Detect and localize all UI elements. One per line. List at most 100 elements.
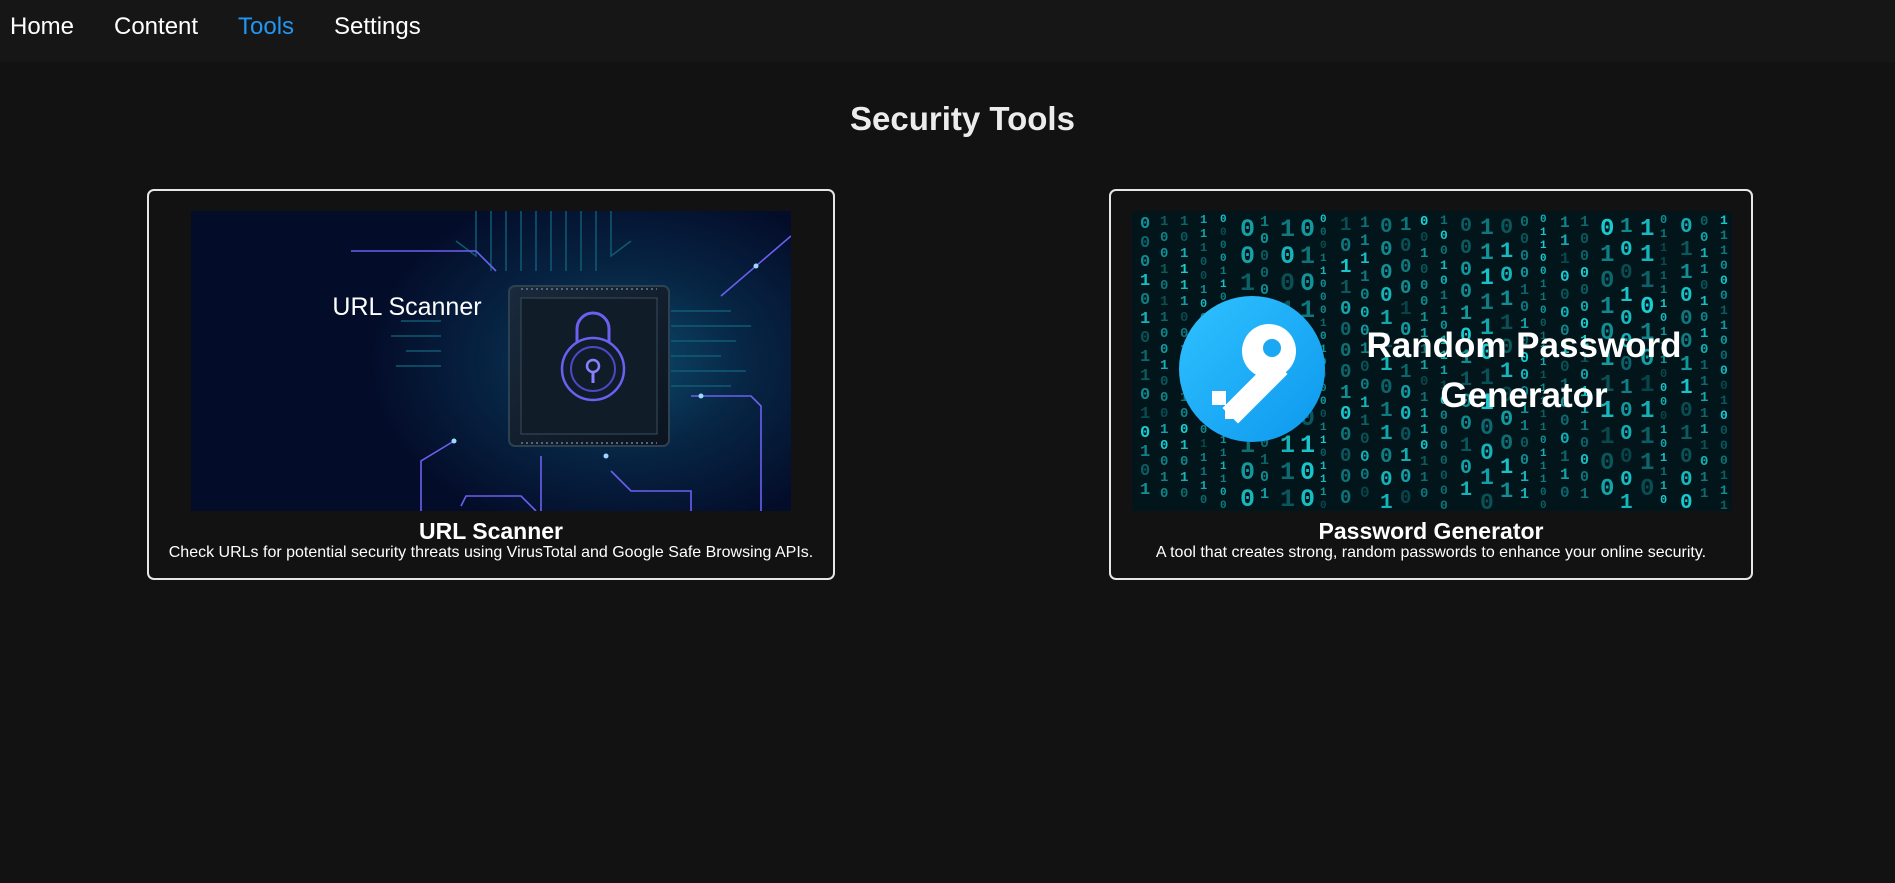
binary-digit: 0 — [1340, 298, 1351, 320]
binary-digit: 1 — [1200, 465, 1207, 479]
binary-digit: 1 — [1700, 358, 1708, 374]
binary-digit: 1 — [1420, 470, 1428, 486]
binary-digit: 1 — [1640, 372, 1654, 399]
binary-digit: 1 — [1660, 479, 1667, 493]
binary-digit: 0 — [1580, 265, 1589, 282]
binary-digit: 1 — [1480, 290, 1494, 316]
binary-digit: 1 — [1540, 474, 1547, 486]
binary-digit: 0 — [1420, 214, 1428, 230]
binary-digit: 0 — [1700, 342, 1708, 358]
binary-digit: 1 — [1200, 283, 1207, 297]
binary-digit: 0 — [1720, 378, 1728, 393]
binary-digit: 0 — [1380, 446, 1393, 469]
binary-digit: 0 — [1440, 498, 1448, 511]
binary-digit: 1 — [1620, 492, 1633, 511]
binary-digit: 0 — [1680, 446, 1693, 469]
binary-digit: 1 — [1720, 483, 1728, 498]
binary-digit: 0 — [1180, 486, 1188, 502]
binary-digit: 0 — [1140, 234, 1150, 253]
binary-digit: 0 — [1420, 438, 1428, 454]
binary-digit: 1 — [1540, 422, 1547, 434]
binary-digit: 1 — [1660, 283, 1667, 297]
binary-digit: 0 — [1640, 476, 1654, 503]
password-generator-description: A tool that creates strong, random passw… — [1155, 544, 1707, 561]
binary-digit: 1 — [1720, 498, 1728, 511]
binary-digit: 1 — [1720, 228, 1728, 243]
binary-digit: 0 — [1620, 469, 1633, 492]
binary-digit: 0 — [1580, 231, 1589, 248]
binary-digit: 1 — [1620, 377, 1633, 400]
binary-digit: 0 — [1440, 273, 1448, 288]
binary-digit: 0 — [1320, 448, 1327, 460]
binary-digit: 1 — [1180, 246, 1188, 262]
binary-digit: 1 — [1480, 240, 1494, 266]
binary-digit: 1 — [1560, 214, 1570, 232]
password-generator-card[interactable]: 0001010110101011001011001000100101011110… — [1109, 189, 1753, 580]
binary-digit: 1 — [1480, 265, 1494, 291]
binary-digit: 0 — [1160, 390, 1168, 406]
binary-digit: 0 — [1140, 253, 1150, 272]
binary-digit: 1 — [1160, 470, 1168, 486]
binary-digit: 1 — [1660, 297, 1667, 311]
binary-digit: 1 — [1680, 239, 1693, 262]
binary-digit: 1 — [1720, 393, 1728, 408]
binary-digit: 0 — [1480, 490, 1494, 511]
binary-digit: 0 — [1400, 277, 1411, 299]
binary-digit: 1 — [1420, 422, 1428, 438]
binary-digit: 1 — [1660, 227, 1667, 241]
binary-digit: 0 — [1640, 294, 1654, 321]
binary-digit: 0 — [1140, 462, 1150, 481]
binary-digit: 1 — [1340, 214, 1351, 236]
binary-digit: 1 — [1340, 277, 1351, 299]
binary-digit: 1 — [1640, 424, 1654, 451]
binary-digit: 0 — [1680, 400, 1693, 423]
binary-digit: 0 — [1220, 240, 1227, 252]
password-generator-image-text-line1: Random Password — [1366, 326, 1681, 365]
binary-digit: 1 — [1700, 246, 1708, 262]
binary-digit: 0 — [1660, 367, 1667, 381]
binary-digit: 1 — [1420, 390, 1428, 406]
url-scanner-card[interactable]: URL Scanner URL Scanner Check URLs for p… — [147, 189, 835, 580]
binary-digit: 0 — [1160, 326, 1168, 342]
binary-digit: 1 — [1700, 294, 1708, 310]
binary-digit: 1 — [1380, 423, 1393, 446]
binary-digit: 0 — [1140, 291, 1150, 310]
binary-digit: 1 — [1320, 253, 1327, 265]
binary-digit: 0 — [1680, 308, 1693, 331]
binary-digit: 1 — [1280, 215, 1295, 244]
binary-digit: 0 — [1720, 348, 1728, 363]
binary-digit: 1 — [1580, 418, 1589, 435]
binary-digit: 0 — [1180, 406, 1188, 422]
binary-digit: 0 — [1140, 215, 1150, 234]
binary-digit: 0 — [1580, 299, 1589, 316]
binary-digit: 0 — [1520, 299, 1529, 316]
binary-digit: 0 — [1660, 213, 1667, 227]
binary-digit: 0 — [1660, 409, 1667, 423]
nav-content-link[interactable]: Content — [114, 13, 198, 41]
binary-digit: 0 — [1380, 239, 1393, 262]
binary-digit: 0 — [1660, 381, 1667, 395]
binary-digit: 0 — [1680, 492, 1693, 511]
binary-digit: 0 — [1220, 227, 1227, 239]
binary-digit: 0 — [1720, 408, 1728, 423]
binary-digit: 0 — [1700, 454, 1708, 470]
binary-digit: 0 — [1360, 466, 1370, 484]
binary-digit: 1 — [1640, 216, 1654, 243]
binary-digit: 0 — [1540, 214, 1547, 226]
binary-digit: 0 — [1520, 248, 1529, 265]
binary-digit: 1 — [1660, 269, 1667, 283]
binary-digit: 0 — [1620, 400, 1633, 423]
nav-tools-link[interactable]: Tools — [238, 13, 294, 41]
nav-settings-link[interactable]: Settings — [334, 13, 421, 41]
binary-digit: 0 — [1500, 263, 1513, 288]
binary-digit: 0 — [1180, 230, 1188, 246]
binary-digit: 0 — [1580, 282, 1589, 299]
binary-digit: 0 — [1520, 231, 1529, 248]
binary-digit: 0 — [1260, 469, 1269, 486]
nav-home-link[interactable]: Home — [10, 13, 74, 41]
binary-digit: 1 — [1420, 310, 1428, 326]
binary-digit: 0 — [1340, 361, 1351, 383]
binary-digit: 1 — [1320, 422, 1327, 434]
binary-digit: 1 — [1380, 400, 1393, 423]
binary-digit: 0 — [1420, 230, 1428, 246]
